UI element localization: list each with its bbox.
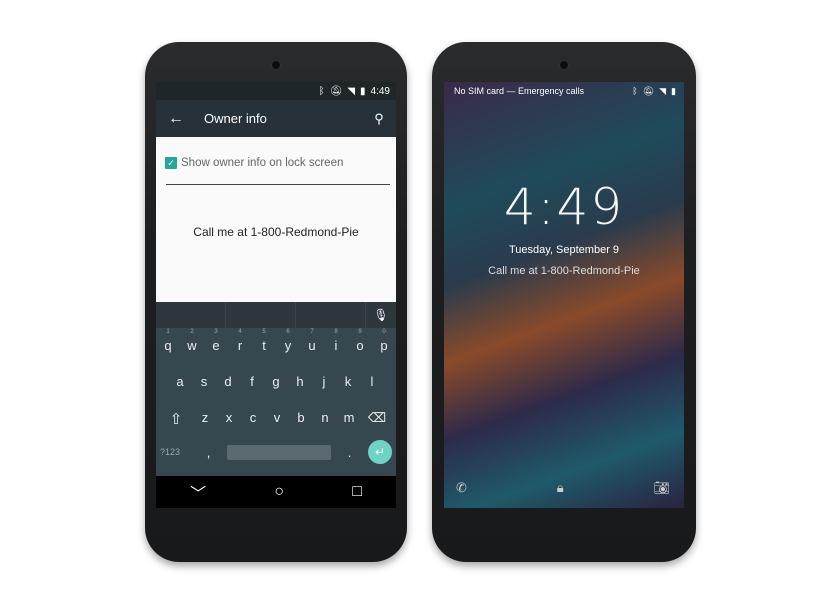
key-d[interactable]: d — [216, 374, 240, 389]
key-p[interactable]: p0 — [372, 329, 396, 353]
owner-info-text: Call me at 1-800-Redmond-Pie — [488, 265, 640, 277]
bluetooth-icon: ᛒ — [318, 85, 325, 97]
back-chevron-icon[interactable]: ﹀ — [190, 480, 206, 504]
key-number-hint: 0 — [382, 329, 386, 335]
key-number-hint: 6 — [286, 329, 290, 335]
front-camera — [559, 60, 569, 70]
lock-clock: 4:49 — [503, 178, 625, 236]
key-number-hint: 1 — [166, 329, 170, 335]
key-y[interactable]: y6 — [276, 329, 300, 353]
key-k[interactable]: k — [336, 374, 360, 389]
home-circle-icon[interactable]: ○ — [274, 483, 284, 501]
key-x[interactable]: x — [217, 410, 241, 428]
key-g[interactable]: g — [264, 374, 288, 389]
owner-info-input[interactable]: Call me at 1-800-Redmond-Pie — [156, 225, 396, 239]
key-l[interactable]: l — [360, 374, 384, 389]
key-c[interactable]: c — [241, 410, 265, 428]
key-number-hint: 9 — [358, 329, 362, 335]
content: ✓ Show owner info on lock screen Call me… — [156, 137, 396, 302]
back-arrow-icon[interactable]: ← — [156, 110, 196, 128]
key-j[interactable]: j — [312, 374, 336, 389]
key-s[interactable]: s — [192, 374, 216, 389]
camera-icon[interactable]: 📷︎ — [653, 480, 670, 496]
microphone-icon[interactable]: 🎙︎ — [366, 302, 396, 328]
mute-icon: 🔕︎ — [329, 85, 343, 97]
phone-icon[interactable]: ✆ — [456, 480, 467, 496]
lock-screen: No SIM card — Emergency calls ᛒ 🔕︎ ◥ ▮ 4… — [444, 82, 684, 508]
key-o[interactable]: o9 — [348, 329, 372, 353]
navigation-bar: ﹀ ○ □ — [156, 476, 396, 508]
key-r[interactable]: r4 — [228, 329, 252, 353]
show-owner-info-checkbox[interactable]: ✓ Show owner info on lock screen — [165, 157, 343, 169]
key-w[interactable]: w2 — [180, 329, 204, 353]
key-v[interactable]: v — [265, 410, 289, 428]
divider — [166, 184, 390, 185]
key-z[interactable]: z — [193, 410, 217, 428]
key-b[interactable]: b — [289, 410, 313, 428]
key-number-hint: 7 — [310, 329, 314, 335]
toolbar: ← Owner info ⚲ — [156, 100, 396, 137]
wifi-icon: ◥ — [659, 85, 667, 96]
key-number-hint: 3 — [214, 329, 218, 335]
space-bar[interactable] — [227, 444, 331, 460]
symbols-key[interactable]: ?123 — [160, 447, 190, 457]
front-camera — [271, 60, 281, 70]
key-number-hint: 4 — [238, 329, 242, 335]
suggestion-slot[interactable] — [226, 302, 296, 328]
key-a[interactable]: a — [168, 374, 192, 389]
bluetooth-icon: ᛒ — [632, 86, 638, 96]
keyboard: q1w2e3r4t5y6u7i8o9p0 asdfghjkl ⇧ zxcvbnm… — [156, 328, 396, 476]
enter-key[interactable]: ↵ — [368, 440, 392, 464]
key-number-hint: 5 — [262, 329, 266, 335]
key-m[interactable]: m — [337, 410, 361, 428]
key-e[interactable]: e3 — [204, 329, 228, 353]
comma-key[interactable]: , — [197, 445, 221, 460]
key-number-hint: 8 — [334, 329, 338, 335]
battery-icon: ▮ — [671, 85, 676, 96]
battery-icon: ▮ — [360, 85, 366, 97]
checkmark-icon[interactable]: ✓ — [165, 157, 177, 169]
key-u[interactable]: u7 — [300, 329, 324, 353]
owner-info-screen: ᛒ 🔕︎ ◥ ▮ 4:49 ← Owner info ⚲ ✓ Show owne… — [156, 82, 396, 508]
key-h[interactable]: h — [288, 374, 312, 389]
left-phone: ᛒ 🔕︎ ◥ ▮ 4:49 ← Owner info ⚲ ✓ Show owne… — [145, 42, 407, 562]
lock-shortcuts: ✆ 🔒︎ 📷︎ — [456, 480, 670, 496]
checkbox-label: Show owner info on lock screen — [181, 157, 344, 169]
carrier-status: No SIM card — Emergency calls — [454, 86, 585, 96]
suggestion-slot[interactable] — [296, 302, 366, 328]
key-t[interactable]: t5 — [252, 329, 276, 353]
lock-icon[interactable]: 🔒︎ — [557, 480, 564, 496]
suggestion-slot[interactable] — [156, 302, 226, 328]
key-q[interactable]: q1 — [156, 329, 180, 353]
key-n[interactable]: n — [313, 410, 337, 428]
period-key[interactable]: . — [338, 445, 362, 460]
right-phone: No SIM card — Emergency calls ᛒ 🔕︎ ◥ ▮ 4… — [432, 42, 696, 562]
lock-date: Tuesday, September 9 — [508, 244, 620, 256]
key-i[interactable]: i8 — [324, 329, 348, 353]
status-time: 4:49 — [370, 85, 390, 97]
mute-icon: 🔕︎ — [642, 85, 655, 96]
backspace-key[interactable]: ⌫ — [366, 410, 388, 428]
wallpaper — [444, 82, 684, 508]
suggestion-bar: 🎙︎ — [156, 302, 396, 328]
recents-square-icon[interactable]: □ — [352, 483, 362, 501]
key-f[interactable]: f — [240, 374, 264, 389]
page-title: Owner info — [204, 111, 267, 126]
status-bar: ᛒ 🔕︎ ◥ ▮ 4:49 — [156, 82, 396, 100]
search-icon[interactable]: ⚲ — [362, 111, 396, 127]
status-bar: No SIM card — Emergency calls ᛒ 🔕︎ ◥ ▮ — [444, 82, 684, 100]
wifi-icon: ◥ — [347, 85, 356, 97]
shift-key[interactable]: ⇧ — [164, 410, 188, 428]
key-number-hint: 2 — [190, 329, 194, 335]
